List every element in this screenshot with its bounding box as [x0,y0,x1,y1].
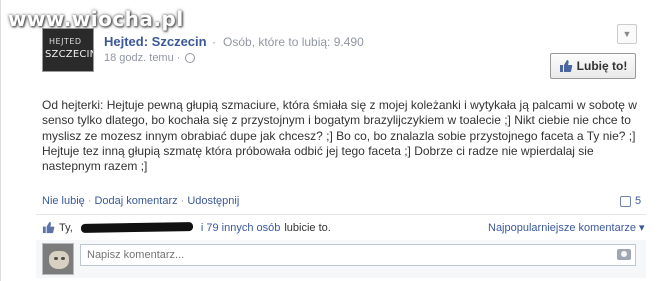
comment-bubble-icon [620,195,631,207]
separator-dot: · [212,35,216,49]
avatar-face [49,251,69,269]
post-text: Od hejterki: Hejtuje pewną głupią szmaci… [42,98,637,174]
comment-input[interactable] [80,244,636,266]
share-link[interactable]: Udostępnij [187,195,239,207]
censored-name-bar [80,222,193,233]
unlike-link[interactable]: Nie lubię [42,195,85,207]
others-likes-link[interactable]: i 79 innych osób [201,222,281,234]
divider [36,214,646,215]
comment-sort-dropdown[interactable]: Najpopularniejsze komentarze ▾ [488,221,645,234]
thumbs-up-icon [559,60,572,72]
like-page-button-label: Lubię to! [576,59,628,73]
likes-suffix: lubicie to. [284,221,331,234]
chevron-down-icon[interactable]: ▼ [617,24,637,44]
commenter-avatar[interactable] [42,243,74,275]
post-actions: Nie lubię · Dodaj komentarz · Udostępnij [42,195,239,207]
thumbs-up-icon [42,221,55,234]
comment-count[interactable]: 5 [620,195,641,207]
likes-summary: Ty, i 79 innych osób lubicie to. [42,221,331,234]
page-avatar[interactable]: HEJTED SZCZECIN [42,28,94,72]
like-page-button[interactable]: Lubię to! [550,53,636,79]
globe-icon [185,53,195,63]
comment-count-value: 5 [635,195,642,207]
action-separator: · [180,195,185,207]
page-name-link[interactable]: Hejted: Szczecin [104,34,207,49]
page-likes-count: Osób, które to lubią: 9.490 [223,35,364,49]
likes-prefix: Ty, [59,221,73,234]
camera-icon[interactable] [617,249,631,260]
avatar-eye [61,257,65,260]
watermark: www.wiocha.pl [8,7,184,31]
avatar-text-line-1: HEJTED [49,37,82,46]
avatar-eye [54,257,58,260]
post-timestamp[interactable]: 18 godz. temu · [104,52,180,64]
avatar-text-line-2: SZCZECIN [45,49,94,60]
comment-composer [36,240,646,278]
add-comment-link[interactable]: Dodaj komentarz [94,195,177,207]
